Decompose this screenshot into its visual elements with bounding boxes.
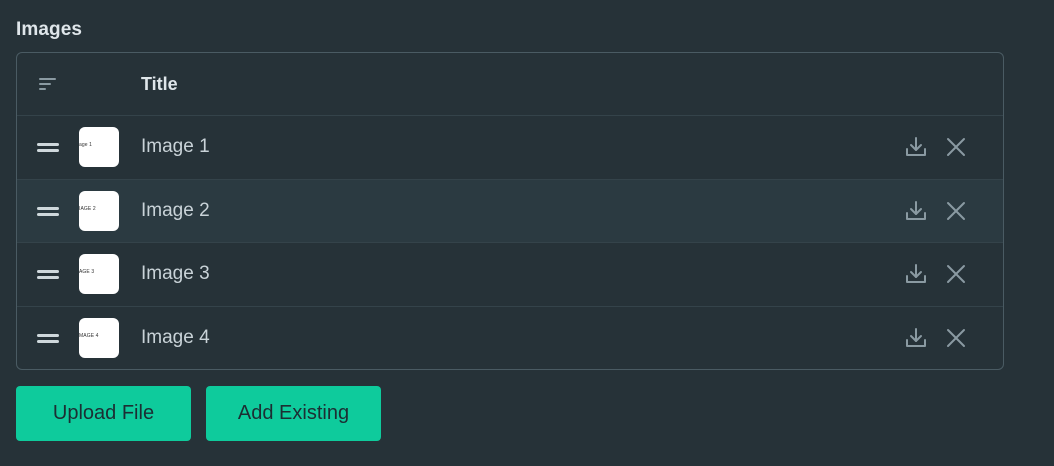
remove-button[interactable] bbox=[943, 134, 969, 160]
sort-lines-icon bbox=[39, 78, 56, 90]
download-button[interactable] bbox=[903, 325, 929, 351]
remove-button[interactable] bbox=[943, 198, 969, 224]
table-row: age 1 Image 1 bbox=[17, 115, 1003, 179]
row-title: Image 1 bbox=[141, 136, 210, 158]
row-title: Image 3 bbox=[141, 263, 210, 285]
drag-handle[interactable] bbox=[17, 141, 79, 153]
thumbnail-cell: AGE 3 bbox=[79, 254, 141, 295]
download-icon bbox=[906, 327, 926, 347]
drag-handle[interactable] bbox=[17, 268, 79, 280]
images-table: Title age 1 Image 1 IAGE 2 Image 2 AGE 3… bbox=[16, 52, 1004, 370]
image-thumbnail[interactable]: age 1 bbox=[79, 127, 119, 168]
row-title: Image 4 bbox=[141, 326, 210, 348]
table-row: IAGE 2 Image 2 bbox=[17, 178, 1003, 242]
close-icon bbox=[947, 201, 965, 220]
section-title: Images bbox=[16, 19, 83, 40]
remove-button[interactable] bbox=[943, 325, 969, 351]
thumbnail-cell: IAGE 2 bbox=[79, 190, 141, 231]
close-icon bbox=[947, 328, 965, 347]
title-column-header: Title bbox=[141, 73, 178, 94]
thumbnail-text: AGE 3 bbox=[79, 269, 95, 276]
row-actions bbox=[903, 134, 1003, 160]
download-icon bbox=[906, 200, 926, 220]
table-row: AGE 3 Image 3 bbox=[17, 242, 1003, 306]
drag-handle[interactable] bbox=[17, 205, 79, 217]
table-row: MAGE 4 Image 4 bbox=[17, 305, 1003, 370]
thumbnail-text: age 1 bbox=[79, 142, 93, 149]
drag-handle-icon bbox=[37, 270, 59, 280]
download-icon bbox=[906, 264, 926, 284]
thumbnail-cell: MAGE 4 bbox=[79, 317, 141, 358]
image-thumbnail[interactable]: IAGE 2 bbox=[79, 190, 119, 231]
remove-button[interactable] bbox=[943, 261, 969, 287]
row-actions bbox=[903, 261, 1003, 287]
drag-handle-icon bbox=[37, 143, 59, 153]
download-button[interactable] bbox=[903, 134, 929, 160]
thumbnail-cell: age 1 bbox=[79, 127, 141, 168]
action-buttons: Upload File Add Existing bbox=[16, 386, 1006, 441]
image-thumbnail[interactable]: AGE 3 bbox=[79, 254, 119, 295]
table-header: Title bbox=[17, 53, 1003, 115]
thumbnail-text: MAGE 4 bbox=[79, 332, 99, 339]
sort-button[interactable] bbox=[17, 77, 79, 91]
drag-handle-icon bbox=[37, 206, 59, 216]
drag-handle-icon bbox=[37, 333, 59, 343]
images-section: Images Title age 1 Image 1 IAGE 2 Image … bbox=[16, 17, 1006, 441]
download-icon bbox=[906, 137, 926, 157]
download-button[interactable] bbox=[903, 198, 929, 224]
upload-file-button[interactable]: Upload File bbox=[16, 386, 191, 441]
row-actions bbox=[903, 325, 1003, 351]
row-title: Image 2 bbox=[141, 199, 210, 221]
thumbnail-text: IAGE 2 bbox=[79, 205, 96, 212]
add-existing-button[interactable]: Add Existing bbox=[206, 386, 381, 441]
close-icon bbox=[947, 138, 965, 157]
row-actions bbox=[903, 198, 1003, 224]
close-icon bbox=[947, 265, 965, 284]
download-button[interactable] bbox=[903, 261, 929, 287]
image-thumbnail[interactable]: MAGE 4 bbox=[79, 317, 119, 358]
drag-handle[interactable] bbox=[17, 332, 79, 344]
